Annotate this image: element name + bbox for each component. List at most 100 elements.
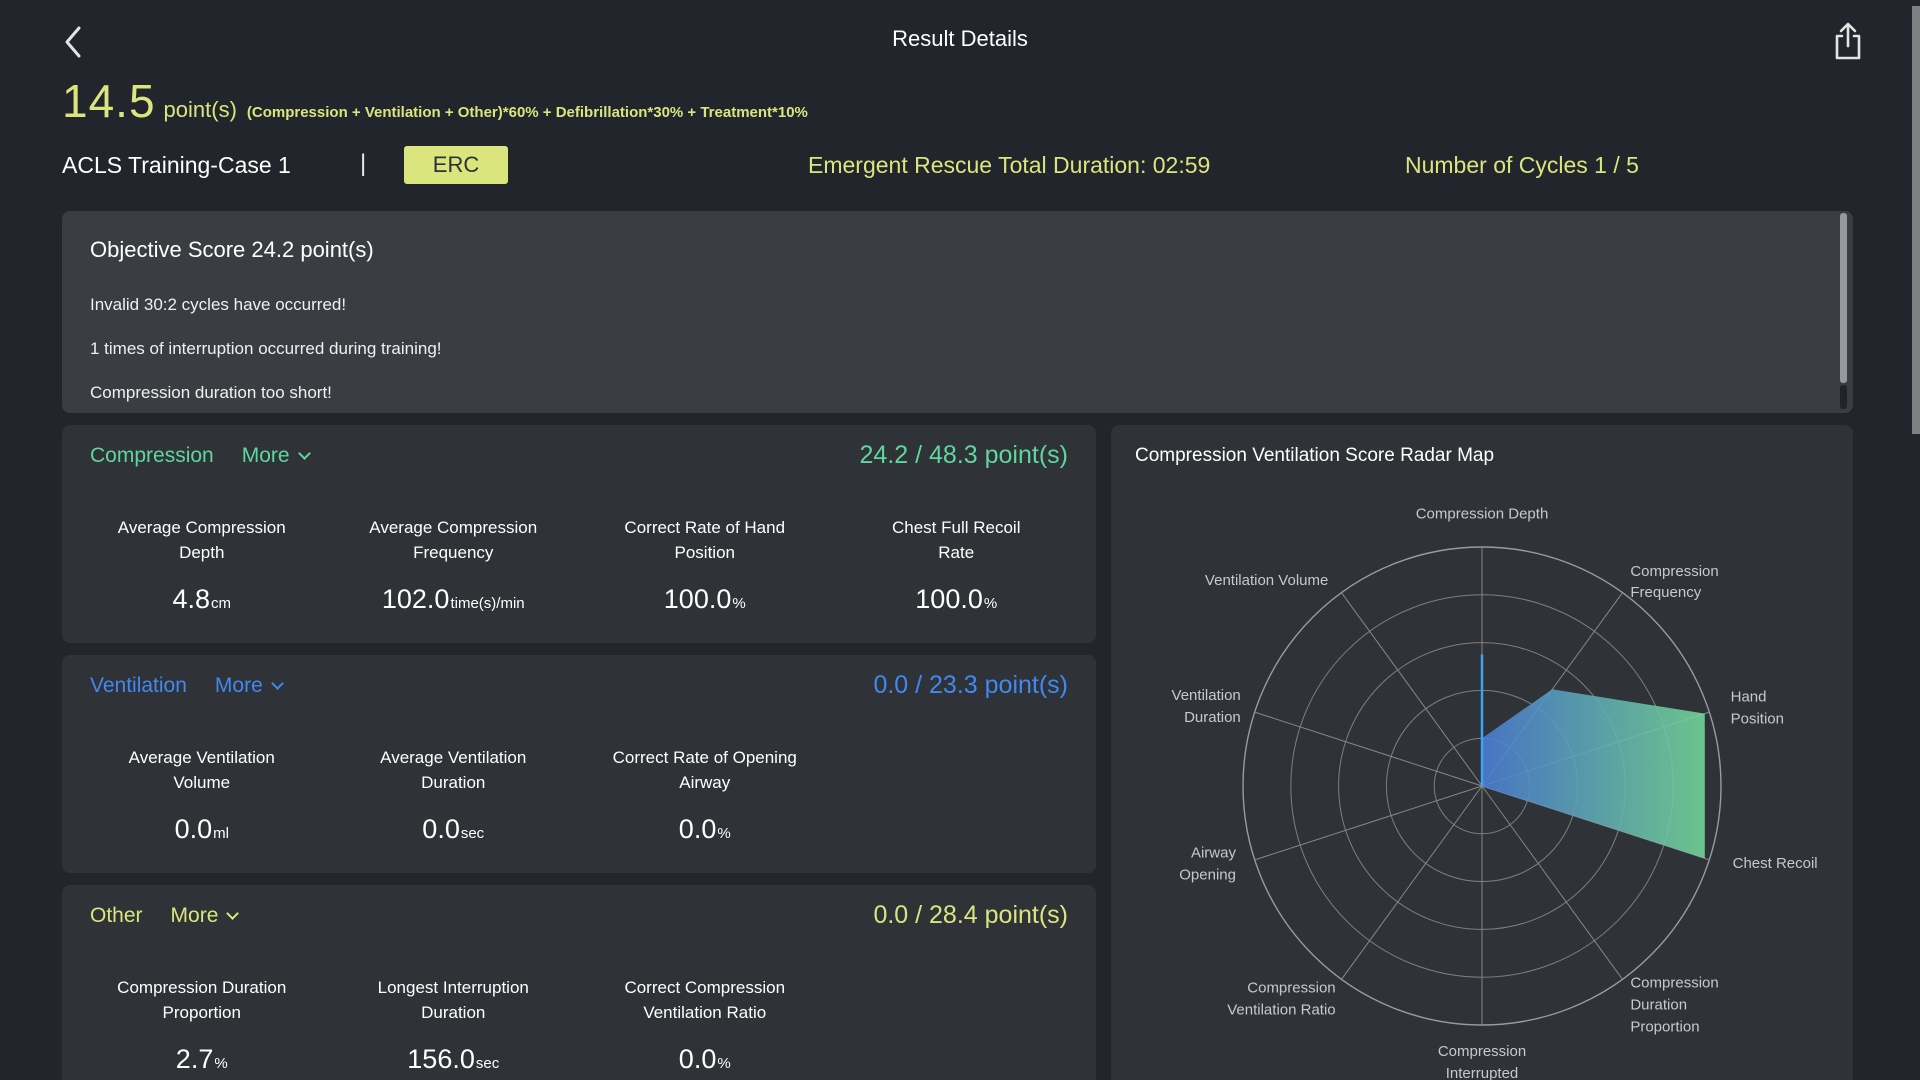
section-header: Ventilation More 0.0 / 23.3 point(s) <box>90 671 1068 700</box>
more-button[interactable]: More <box>241 443 311 468</box>
metric-value: 0.0ml <box>174 814 229 844</box>
session-info-row: ACLS Training-Case 1 | ERC Emergent Resc… <box>0 146 1920 186</box>
more-button[interactable]: More <box>214 673 284 698</box>
metric-label: Chest Full Recoil Rate <box>892 518 1021 562</box>
metric-value: 2.7% <box>175 1044 228 1074</box>
metric: Average Compression Frequency 102.0time(s… <box>328 515 580 615</box>
metric-unit: % <box>717 825 731 842</box>
more-button[interactable]: More <box>170 903 240 928</box>
compression-section-card: Compression More 24.2 / 48.3 point(s) Av… <box>62 425 1096 643</box>
metric-value: 102.0time(s)/min <box>381 584 525 614</box>
metric-value: 4.8cm <box>172 584 232 614</box>
metric-unit: time(s)/min <box>450 595 525 612</box>
section-title: Other <box>90 903 143 927</box>
metric-unit: % <box>214 1055 228 1072</box>
metric: Longest Interruption Duration 156.0sec <box>328 975 580 1075</box>
chevron-down-icon <box>226 907 240 920</box>
radar-axis-label: Compression Duration Proportion <box>1630 975 1719 1036</box>
total-duration-text: Emergent Rescue Total Duration: 02:59 <box>808 152 1211 178</box>
radar-axis-label: Compression Depth <box>1415 505 1549 523</box>
section-score: 0.0 / 23.3 point(s) <box>873 671 1068 699</box>
metric: Average Ventilation Volume 0.0ml <box>76 745 328 845</box>
section-title: Compression <box>90 443 214 467</box>
radar-axis-label: Ventilation Volume <box>1204 572 1329 590</box>
metric-label: Average Ventilation Volume <box>128 748 275 792</box>
radar-axis-label: Hand Position <box>1730 688 1784 727</box>
metric-label: Average Compression Frequency <box>369 518 538 562</box>
metric-unit: sec <box>460 825 485 842</box>
metric: Compression Duration Proportion 2.7% <box>76 975 328 1075</box>
guideline-badge: ERC <box>404 146 508 184</box>
metric-unit: cm <box>211 595 232 612</box>
metric-label: Correct Compression Ventilation Ratio <box>624 978 786 1022</box>
objective-score-panel: Objective Score 24.2 point(s) Invalid 30… <box>62 211 1853 413</box>
metric: Chest Full Recoil Rate 100.0% <box>831 515 1083 615</box>
radar-axis-label: Chest Recoil <box>1732 855 1818 873</box>
metric-unit: % <box>983 595 998 612</box>
total-score-unit: point(s) <box>163 97 237 122</box>
metric: Average Ventilation Duration 0.0sec <box>328 745 580 845</box>
radar-axis-label: Airway Opening <box>1179 844 1236 884</box>
case-name: ACLS Training-Case 1 <box>62 152 291 178</box>
metric-grid: Average Compression Depth 4.8cm Average Co… <box>76 515 1082 615</box>
more-label: More <box>170 903 219 927</box>
metric-label: Compression Duration Proportion <box>117 978 287 1022</box>
metric: Correct Compression Ventilation Ratio 0.0… <box>579 975 831 1075</box>
radar-axis-label: Compression Ventilation Ratio <box>1227 979 1336 1019</box>
radar-axis-label: Compression Frequency <box>1630 562 1719 602</box>
page-title: Result Details <box>892 26 1028 51</box>
metric-label: Longest Interruption Duration <box>377 978 529 1022</box>
metric-value: 156.0sec <box>407 1044 500 1074</box>
metric-unit: sec <box>475 1055 500 1072</box>
section-score: 24.2 / 48.3 point(s) <box>859 441 1068 469</box>
metric-unit: ml <box>213 825 229 842</box>
metric-label: Average Ventilation Duration <box>380 748 527 792</box>
metric-unit: % <box>732 595 746 612</box>
scrollbar-thumb[interactable] <box>1912 6 1920 434</box>
metric-grid: Compression Duration Proportion 2.7% Longe… <box>76 975 1082 1075</box>
section-header: Compression More 24.2 / 48.3 point(s) <box>90 441 1068 470</box>
objective-message: 1 times of interruption occurred during … <box>90 339 442 358</box>
metric-value: 0.0sec <box>422 814 485 844</box>
radar-axis-label: Compression Interrupted <box>1437 1043 1527 1080</box>
share-icon <box>1835 22 1861 60</box>
chevron-down-icon <box>297 447 311 460</box>
section-score: 0.0 / 28.4 point(s) <box>873 901 1068 929</box>
metric-value: 100.0% <box>915 584 998 614</box>
page-scrollbar[interactable] <box>1912 0 1920 1080</box>
radar-chart: Compression Depth Compression Frequency Ha… <box>1111 425 1853 1080</box>
radar-title: Compression Ventilation Score Radar Map <box>1135 445 1495 466</box>
metric-value: 100.0% <box>663 584 746 614</box>
other-section-card: Other More 0.0 / 28.4 point(s) Compressi… <box>62 885 1096 1080</box>
metric-label: Average Compression Depth <box>117 518 286 562</box>
objective-score-title: Objective Score 24.2 point(s) <box>90 237 374 262</box>
metric-grid: Average Ventilation Volume 0.0ml Average V… <box>76 745 1082 845</box>
cycles-text: Number of Cycles 1 / 5 <box>1405 152 1639 178</box>
section-header: Other More 0.0 / 28.4 point(s) <box>90 901 1068 930</box>
objective-message: Invalid 30:2 cycles have occurred! <box>90 295 347 314</box>
metric: Correct Rate of Opening Airway 0.0% <box>579 745 831 845</box>
scrollbar-thumb[interactable] <box>1840 213 1847 383</box>
metric: Average Compression Depth 4.8cm <box>76 515 328 615</box>
share-button[interactable] <box>1828 20 1868 64</box>
objective-message: Compression duration too short! <box>90 383 332 402</box>
radar-card: Compression Depth Compression Frequency Ha… <box>1111 425 1853 1080</box>
metric-label: Correct Rate of Hand Position <box>624 518 786 562</box>
radar-axis-label: Ventilation Duration <box>1171 687 1241 726</box>
ventilation-section-card: Ventilation More 0.0 / 23.3 point(s) Ave… <box>62 655 1096 873</box>
more-label: More <box>214 673 263 697</box>
more-label: More <box>241 443 290 467</box>
total-score-row: 14.5 point(s) (Compression + Ventilation… <box>62 74 808 128</box>
metric-unit: % <box>717 1055 731 1072</box>
metric-value: 0.0% <box>678 1044 731 1074</box>
metric-label: Correct Rate of Opening Airway <box>612 748 797 792</box>
scrollbar-track <box>1840 385 1847 409</box>
total-score-value: 14.5 <box>62 75 156 127</box>
chevron-down-icon <box>270 677 284 690</box>
objective-panel-scrollbar[interactable] <box>1840 213 1847 409</box>
separator: | <box>360 150 367 177</box>
section-title: Ventilation <box>90 673 187 697</box>
metric-value: 0.0% <box>678 814 731 844</box>
score-formula: (Compression + Ventilation + Other)*60% … <box>246 104 808 121</box>
metric: Correct Rate of Hand Position 100.0% <box>579 515 831 615</box>
